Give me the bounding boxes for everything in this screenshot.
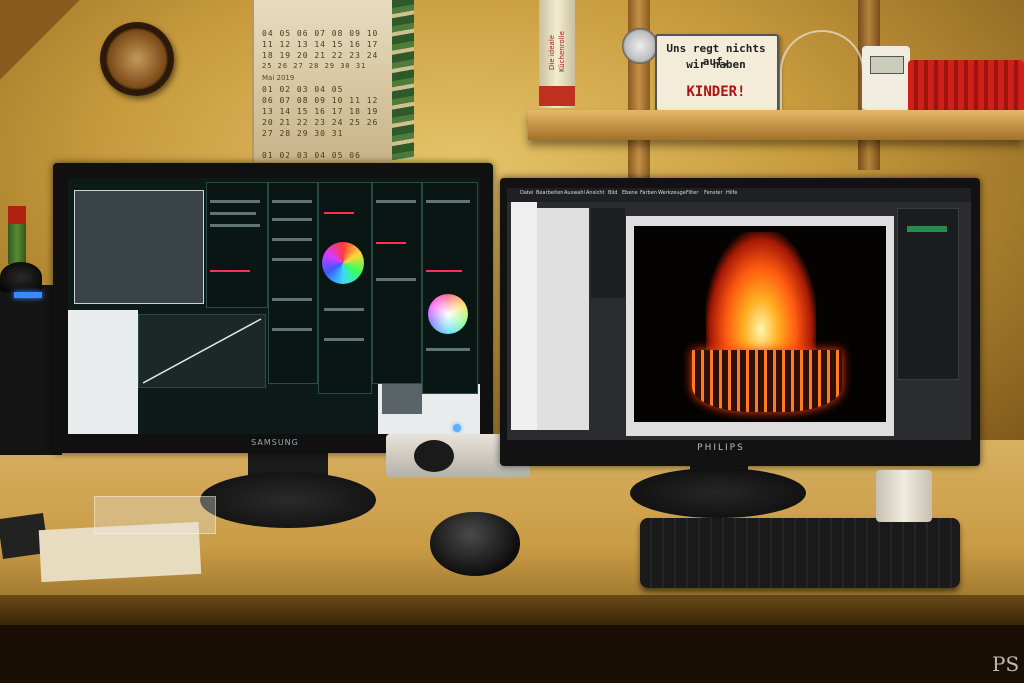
file-panel	[537, 208, 589, 430]
calendar-week-row: 18 19 20 21 22 23 24	[262, 51, 379, 60]
menu-item-datei[interactable]: Datei	[520, 190, 533, 196]
fire-basket	[692, 350, 842, 412]
menu-item-fenster[interactable]: Fenster	[704, 190, 723, 196]
color-swatch	[382, 384, 422, 414]
right-monitor-base	[630, 468, 806, 518]
cup	[876, 470, 932, 522]
white-panel	[68, 310, 138, 434]
calendar-week-row: 20 21 22 23 24 25 26	[262, 118, 379, 127]
under-desk-shadow	[0, 625, 1024, 683]
blue-led	[14, 292, 42, 298]
left-monitor-power-led[interactable]	[453, 424, 461, 432]
menu-item-ansicht[interactable]: Ansicht	[586, 190, 604, 196]
wall-calendar: 04 05 06 07 08 09 10 11 12 13 14 15 16 1…	[252, 0, 394, 162]
small-clock	[622, 28, 658, 64]
paper-towel-label: Die ideale Küchenrolle	[548, 31, 566, 73]
control-column	[372, 182, 422, 384]
preview-panel	[74, 190, 204, 304]
menu-item-auswahl[interactable]: Auswahl	[564, 190, 585, 196]
wooden-shelf	[528, 110, 1024, 140]
calendar-month-label: Mai 2019	[262, 74, 295, 82]
timer-display	[870, 56, 904, 74]
menu-item-bearbeiten[interactable]: Bearbeiten	[536, 190, 563, 196]
calendar-week-row: 06 07 08 09 10 11 12	[262, 96, 379, 105]
app-dock	[511, 198, 537, 430]
menu-item-bild[interactable]: Bild	[608, 190, 617, 196]
bottle-cap	[8, 206, 26, 224]
speaker-grille	[414, 440, 454, 472]
protractor	[780, 30, 864, 112]
desk-edge	[0, 595, 1024, 625]
sign-text-line2: wir haben	[686, 58, 746, 71]
red-basket	[908, 60, 1024, 112]
paper-towel-band	[539, 86, 575, 106]
ceiling-slope	[0, 0, 80, 80]
clear-tray	[94, 496, 216, 534]
calendar-week-row: 01 02 03 04 05 06	[262, 151, 361, 160]
color-wheel-icon[interactable]	[428, 294, 468, 334]
computer-mouse[interactable]	[430, 512, 520, 576]
desk-gadget	[0, 262, 42, 292]
shelf-post	[628, 0, 650, 180]
menu-item-farben[interactable]: Farben	[640, 190, 657, 196]
calendar-week-row: 27 28 29 30 31	[262, 129, 344, 138]
menu-item-ebene[interactable]: Ebene	[622, 190, 638, 196]
menu-item-hilfe[interactable]: Hilfe	[726, 190, 737, 196]
calendar-week-row: 11 12 13 14 15 16 17	[262, 40, 379, 49]
curve-editor	[138, 314, 266, 388]
left-monitor-base	[200, 472, 376, 528]
control-column	[268, 182, 318, 384]
control-column	[422, 182, 478, 394]
menu-item-filter[interactable]: Filter	[686, 190, 698, 196]
layer-tree	[591, 208, 625, 298]
sign-text-line3: KINDER!	[686, 84, 746, 100]
calendar-week-row: 25 26 27 28 29 30 31	[262, 62, 367, 70]
right-monitor-brand: PHILIPS	[697, 443, 745, 453]
menu-item-werkzeuge[interactable]: Werkzeuge	[658, 190, 686, 196]
curve-graph	[142, 318, 262, 384]
calendar-week-row: 04 05 06 07 08 09 10	[262, 29, 379, 38]
calendar-vine-decoration	[392, 0, 414, 160]
calendar-week-row: 01 02 03 04 05	[262, 85, 344, 94]
left-monitor-screen	[68, 178, 480, 434]
keyboard[interactable]	[640, 518, 960, 588]
flames	[706, 232, 816, 362]
progress-indicator	[907, 226, 947, 232]
calendar-week-row: 13 14 15 16 17 18 19	[262, 107, 379, 116]
color-wheel-icon[interactable]	[322, 242, 364, 284]
wall-barometer	[100, 22, 174, 96]
tool-options-panel	[897, 208, 959, 380]
watermark: PS	[992, 652, 1020, 676]
left-monitor-brand: SAMSUNG	[251, 438, 299, 447]
